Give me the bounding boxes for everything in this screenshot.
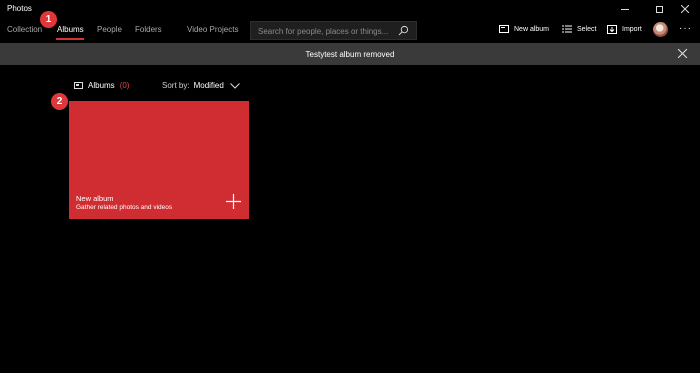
sort-label: Sort by: <box>162 81 190 90</box>
avatar[interactable] <box>653 22 668 37</box>
search-input[interactable]: Search for people, places or things... <box>250 21 417 40</box>
import-label: Import <box>622 26 642 33</box>
notification-bar: Testytest album removed <box>0 43 700 65</box>
notification-text: Testytest album removed <box>305 50 395 59</box>
new-album-card[interactable]: New album Gather related photos and vide… <box>69 101 249 219</box>
annotation-badge-1: 1 <box>40 11 57 28</box>
tab-folders[interactable]: Folders <box>135 25 162 34</box>
new-album-button[interactable]: New album <box>499 25 549 33</box>
app-title: Photos <box>7 4 32 13</box>
tab-collection[interactable]: Collection <box>7 25 42 34</box>
active-tab-indicator <box>56 38 84 40</box>
close-icon <box>681 5 689 13</box>
card-title: New album <box>76 194 114 203</box>
select-label: Select <box>577 25 597 33</box>
tab-people[interactable]: People <box>97 25 122 34</box>
import-button[interactable]: Import <box>607 25 642 34</box>
close-window-button[interactable] <box>670 0 700 18</box>
card-subtitle: Gather related photos and videos <box>76 204 173 211</box>
sort-dropdown[interactable]: Sort by: Modified <box>162 81 240 90</box>
chevron-down-icon <box>229 82 240 89</box>
plus-icon <box>226 194 241 209</box>
minimize-button[interactable] <box>610 0 640 18</box>
title-bar: Photos <box>0 0 700 18</box>
annotation-badge-2: 2 <box>51 93 68 110</box>
more-options-icon[interactable]: ··· <box>679 23 692 34</box>
tab-video-projects[interactable]: Video Projects <box>187 25 238 34</box>
close-notification-icon[interactable] <box>677 48 688 59</box>
select-icon <box>562 25 572 33</box>
search-placeholder: Search for people, places or things... <box>258 27 389 36</box>
search-icon[interactable] <box>398 25 409 36</box>
new-album-label: New album <box>514 25 550 33</box>
albums-count: (0) <box>119 81 130 90</box>
albums-heading: Albums <box>88 81 115 90</box>
maximize-icon <box>655 5 663 13</box>
import-icon <box>607 25 617 34</box>
albums-header: Albums (0) <box>74 81 129 90</box>
album-icon <box>74 82 83 89</box>
minimize-icon <box>621 8 629 10</box>
tab-albums[interactable]: Albums <box>57 25 84 34</box>
new-album-icon <box>499 25 509 33</box>
sort-value: Modified <box>193 81 224 90</box>
nav-bar: Collection Albums People Folders Video P… <box>0 18 700 42</box>
select-button[interactable]: Select <box>562 25 596 33</box>
